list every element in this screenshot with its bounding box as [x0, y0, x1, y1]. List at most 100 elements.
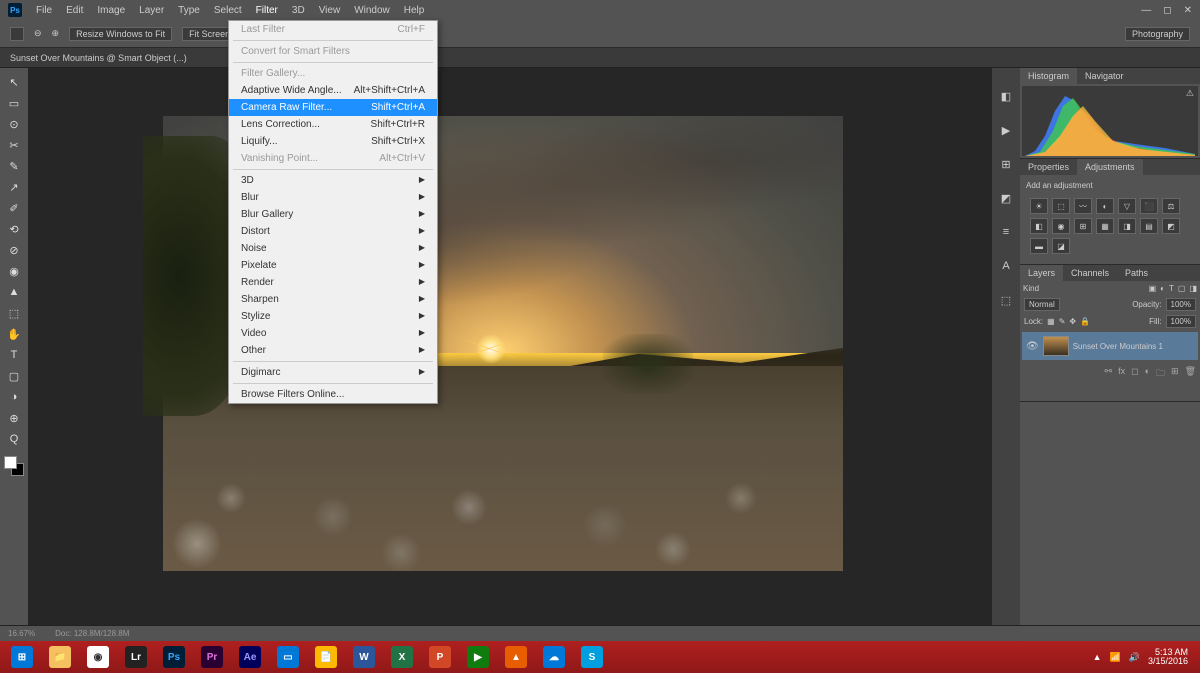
menu-help[interactable]: Help	[404, 5, 425, 16]
menu-image[interactable]: Image	[97, 5, 125, 16]
menu-pixelate-sub[interactable]: Pixelate▶	[229, 257, 437, 274]
delete-layer-icon[interactable]: 🗑	[1185, 366, 1196, 382]
eyedropper-tool[interactable]: ✎	[3, 156, 25, 176]
new-layer-icon[interactable]: ⊞	[1171, 366, 1179, 382]
info-panel-icon[interactable]: ⊞	[998, 156, 1014, 172]
hand-tool[interactable]: ⊕	[3, 408, 25, 428]
menu-edit[interactable]: Edit	[66, 5, 83, 16]
taskbar-app-6[interactable]: Ae	[232, 644, 268, 670]
taskbar-app-8[interactable]: 📄	[308, 644, 344, 670]
filter-shape-icon[interactable]: ▢	[1178, 284, 1186, 293]
zoom-tool[interactable]: Q	[3, 429, 25, 449]
menu-window[interactable]: Window	[354, 5, 390, 16]
tool-preset-icon[interactable]	[10, 27, 24, 41]
properties-tab[interactable]: Properties	[1020, 159, 1077, 175]
posterize-icon[interactable]: ▤	[1140, 218, 1158, 234]
taskbar-app-2[interactable]: ◉	[80, 644, 116, 670]
menu-lens-correction[interactable]: Lens Correction...Shift+Ctrl+R	[229, 116, 437, 133]
menu-browse-filters[interactable]: Browse Filters Online...	[229, 386, 437, 403]
brightness-icon[interactable]: ☀	[1030, 198, 1048, 214]
workspace-switcher[interactable]: Photography	[1125, 27, 1190, 41]
history-panel-icon[interactable]: ◧	[998, 88, 1014, 104]
colorlookup-icon[interactable]: ▦	[1096, 218, 1114, 234]
histogram-refresh-icon[interactable]: ⚠	[1186, 88, 1194, 99]
menu-file[interactable]: File	[36, 5, 52, 16]
colorbalance-icon[interactable]: ⚖	[1162, 198, 1180, 214]
taskbar-app-10[interactable]: X	[384, 644, 420, 670]
filter-smart-icon[interactable]: ◨	[1189, 284, 1197, 293]
threshold-icon[interactable]: ◩	[1162, 218, 1180, 234]
menu-sharpen-sub[interactable]: Sharpen▶	[229, 291, 437, 308]
minimize-icon[interactable]: —	[1141, 5, 1151, 16]
blur-tool[interactable]: ⬚	[3, 303, 25, 323]
document-tab[interactable]: Sunset Over Mountains @ Smart Object (..…	[10, 53, 187, 63]
menu-select[interactable]: Select	[214, 5, 242, 16]
taskbar-app-12[interactable]: ▶	[460, 644, 496, 670]
history-brush-tool[interactable]: ⊘	[3, 240, 25, 260]
layer-name[interactable]: Sunset Over Mountains 1	[1073, 342, 1163, 351]
taskbar-app-13[interactable]: ▲	[498, 644, 534, 670]
levels-icon[interactable]: ⬚	[1052, 198, 1070, 214]
tray-up-icon[interactable]: ▲	[1093, 652, 1102, 662]
new-fill-icon[interactable]: ◐	[1145, 366, 1150, 382]
close-icon[interactable]: ✕	[1184, 5, 1192, 16]
taskbar-app-0[interactable]: ⊞	[4, 644, 40, 670]
taskbar-app-14[interactable]: ☁	[536, 644, 572, 670]
exposure-icon[interactable]: ◐	[1096, 198, 1114, 214]
doc-size[interactable]: Doc: 128.8M/128.8M	[55, 629, 129, 638]
taskbar-app-4[interactable]: Ps	[156, 644, 192, 670]
menu-camera-raw-filter[interactable]: Camera Raw Filter...Shift+Ctrl+A	[229, 99, 437, 116]
adjustments-tab[interactable]: Adjustments	[1077, 159, 1143, 175]
taskbar-app-7[interactable]: ▭	[270, 644, 306, 670]
crop-tool[interactable]: ✂	[3, 135, 25, 155]
menu-video-sub[interactable]: Video▶	[229, 325, 437, 342]
taskbar-app-11[interactable]: P	[422, 644, 458, 670]
taskbar-app-5[interactable]: Pr	[194, 644, 230, 670]
zoom-level[interactable]: 16.67%	[8, 629, 35, 638]
actions-panel-icon[interactable]: ▶	[998, 122, 1014, 138]
canvas-area[interactable]	[28, 68, 992, 625]
tray-network-icon[interactable]: 📶	[1110, 652, 1121, 663]
foreground-swatch[interactable]	[4, 456, 17, 469]
shape-tool[interactable]: ◑	[3, 387, 25, 407]
lock-position-icon[interactable]: ✥	[1069, 317, 1076, 326]
layer-mask-icon[interactable]: ◻	[1131, 366, 1138, 382]
zoom-in-icon[interactable]: ⊕	[52, 28, 60, 39]
photofilter-icon[interactable]: ◉	[1052, 218, 1070, 234]
resize-windows-checkbox[interactable]: Resize Windows to Fit	[69, 27, 172, 41]
clock-date[interactable]: 3/15/2016	[1148, 657, 1188, 666]
zoom-out-icon[interactable]: ⊖	[34, 28, 42, 39]
menu-liquify[interactable]: Liquify...Shift+Ctrl+X	[229, 133, 437, 150]
menu-stylize-sub[interactable]: Stylize▶	[229, 308, 437, 325]
layer-thumbnail[interactable]	[1043, 336, 1069, 356]
taskbar-app-9[interactable]: W	[346, 644, 382, 670]
menu-type[interactable]: Type	[178, 5, 200, 16]
bw-icon[interactable]: ◧	[1030, 218, 1048, 234]
swatches-panel-icon[interactable]: ◩	[998, 190, 1014, 206]
curves-icon[interactable]: 〰	[1074, 198, 1092, 214]
layers-tab[interactable]: Layers	[1020, 265, 1063, 281]
maximize-icon[interactable]: ◻	[1163, 5, 1171, 16]
marquee-tool[interactable]: ▭	[3, 93, 25, 113]
menu-adaptive-wide-angle[interactable]: Adaptive Wide Angle...Alt+Shift+Ctrl+A	[229, 82, 437, 99]
pen-tool[interactable]: ▢	[3, 366, 25, 386]
hue-icon[interactable]: ⬛	[1140, 198, 1158, 214]
layer-row[interactable]: 👁 Sunset Over Mountains 1	[1022, 332, 1198, 360]
gradient-tool[interactable]: ▲	[3, 282, 25, 302]
gradientmap-icon[interactable]: ▬	[1030, 238, 1048, 254]
menu-layer[interactable]: Layer	[139, 5, 164, 16]
link-layers-icon[interactable]: ⚯	[1105, 366, 1113, 382]
healing-tool[interactable]: ↗	[3, 177, 25, 197]
eraser-tool[interactable]: ◉	[3, 261, 25, 281]
menu-digimarc-sub[interactable]: Digimarc▶	[229, 364, 437, 381]
lock-transparency-icon[interactable]: ▦	[1047, 317, 1055, 326]
histogram-tab[interactable]: Histogram	[1020, 68, 1077, 84]
menu-blur-gallery-sub[interactable]: Blur Gallery▶	[229, 206, 437, 223]
libraries-panel-icon[interactable]: ⬚	[998, 292, 1014, 308]
character-panel-icon[interactable]: A	[998, 258, 1014, 274]
channelmixer-icon[interactable]: ⊞	[1074, 218, 1092, 234]
move-tool[interactable]: ↖	[3, 72, 25, 92]
menu-3d[interactable]: 3D	[292, 5, 305, 16]
lock-all-icon[interactable]: 🔒	[1080, 317, 1090, 326]
stamp-tool[interactable]: ⟲	[3, 219, 25, 239]
